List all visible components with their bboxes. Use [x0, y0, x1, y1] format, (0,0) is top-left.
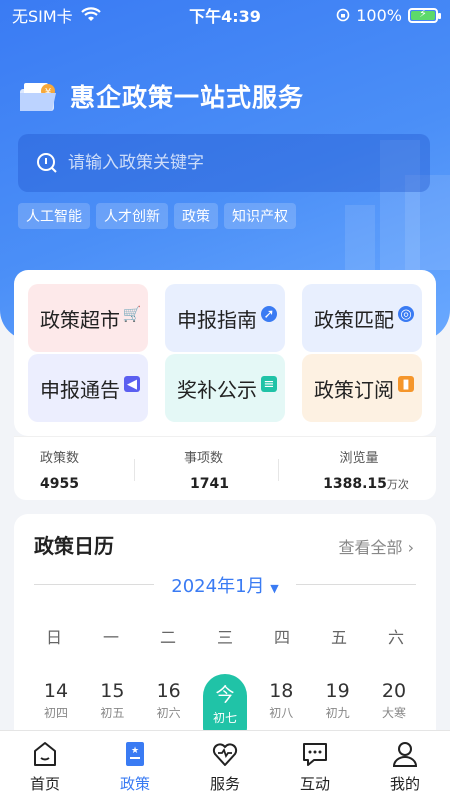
- stat-label: 政策数: [40, 451, 80, 466]
- weekday-label: 六: [387, 628, 404, 647]
- menu-apply-guide[interactable]: 申报指南 ➚: [165, 284, 285, 352]
- keyword-chip[interactable]: 人才创新: [96, 203, 168, 229]
- clock: 下午4:39: [189, 7, 261, 26]
- search-icon: [37, 153, 57, 173]
- stat-label: 事项数: [184, 451, 224, 466]
- tab-profile[interactable]: 我的: [360, 731, 450, 800]
- search-input[interactable]: [68, 153, 408, 173]
- calendar-title: 政策日历: [34, 534, 114, 558]
- stat-value: 1741: [190, 476, 229, 492]
- policy-calendar: 政策日历 查看全部 › 2024年1月 ▼ 日 一 二 三 四 五 六 14 初四…: [14, 514, 436, 754]
- folder-logo-icon: ¥: [20, 83, 56, 111]
- hot-keywords: 人工智能 人才创新 政策 知识产权: [18, 203, 296, 229]
- stat-views: 浏览量 1388.15万次: [296, 447, 436, 492]
- menu-label: 政策超市: [40, 307, 120, 332]
- keyword-chip[interactable]: 人工智能: [18, 203, 90, 229]
- ticket-icon: ≡: [261, 376, 277, 392]
- keyword-chip[interactable]: 政策: [174, 203, 218, 229]
- stats-bar: 政策数 4955 事项数 1741 浏览量 1388.15万次: [14, 436, 436, 500]
- tab-label: 我的: [389, 775, 420, 793]
- weekday-label: 四: [273, 628, 290, 647]
- home-icon: [34, 742, 56, 766]
- tab-home[interactable]: 首页: [0, 731, 90, 800]
- svg-text:★: ★: [131, 746, 139, 756]
- menu-label: 政策匹配: [314, 307, 394, 332]
- tab-policy[interactable]: ★ 政策: [90, 731, 180, 800]
- menu-label: 申报通告: [40, 377, 120, 402]
- tab-service[interactable]: 服务: [180, 731, 270, 800]
- view-all-link[interactable]: 查看全部 ›: [338, 534, 414, 558]
- heart-icon: [212, 743, 238, 766]
- tab-label: 互动: [299, 775, 330, 793]
- keyword-chip[interactable]: 知识产权: [224, 203, 296, 229]
- weekday-label: 日: [45, 628, 62, 647]
- battery-icon: ⚡: [408, 7, 441, 23]
- stat-value: 4955: [40, 476, 79, 492]
- weekday-label: 一: [102, 628, 119, 647]
- menu-policy-market[interactable]: 政策超市 🛒: [28, 284, 148, 352]
- stat-label: 浏览量: [339, 451, 379, 466]
- bookmark-icon: ▮: [398, 376, 414, 392]
- tab-interact[interactable]: 互动: [270, 731, 360, 800]
- cart-icon: 🛒: [122, 305, 142, 323]
- stat-items: 事项数 1741: [154, 447, 294, 492]
- weekday-label: 三: [216, 628, 233, 647]
- status-bar: 无SIM卡 下午4:39 100% ⚡: [0, 0, 450, 30]
- target-icon: ◎: [398, 306, 414, 322]
- menu-label: 申报指南: [177, 307, 257, 332]
- menu-award-notice[interactable]: 奖补公示 ≡: [165, 354, 285, 422]
- user-icon: [392, 742, 418, 767]
- tab-label: 首页: [29, 775, 60, 793]
- stat-policies: 政策数 4955: [14, 447, 154, 492]
- menu-apply-notice[interactable]: 申报通告 ◀: [28, 354, 148, 422]
- tab-label: 服务: [209, 775, 240, 793]
- month-selector[interactable]: 2024年1月 ▼: [14, 572, 436, 598]
- search-bar[interactable]: [18, 134, 430, 192]
- policy-icon: ★: [126, 742, 144, 766]
- compass-icon: ➚: [261, 306, 277, 322]
- weekday-label: 二: [159, 628, 176, 647]
- caret-down-icon: ▼: [270, 582, 279, 595]
- weekday-header: 日 一 二 三 四 五 六: [34, 624, 416, 648]
- megaphone-icon: ◀: [124, 376, 140, 392]
- menu-label: 政策订阅: [314, 377, 394, 402]
- menu-label: 奖补公示: [177, 377, 257, 402]
- tab-label: 政策: [119, 775, 150, 793]
- menu-policy-subscribe[interactable]: 政策订阅 ▮: [302, 354, 422, 422]
- app-header: ¥ 惠企政策一站式服务: [18, 78, 304, 114]
- page-title: 惠企政策一站式服务: [70, 83, 305, 112]
- chat-icon: [303, 743, 327, 766]
- weekday-label: 五: [330, 628, 347, 647]
- quick-menu: 政策超市 🛒 申报指南 ➚ 政策匹配 ◎ 申报通告 ◀ 奖补公示 ≡ 政策订阅 …: [14, 270, 436, 436]
- menu-policy-match[interactable]: 政策匹配 ◎: [302, 284, 422, 352]
- stat-value: 1388.15万次: [323, 476, 409, 492]
- chevron-right-icon: ›: [407, 538, 414, 557]
- bottom-tab-bar: 首页 ★ 政策 服务 互动 我的: [0, 730, 450, 800]
